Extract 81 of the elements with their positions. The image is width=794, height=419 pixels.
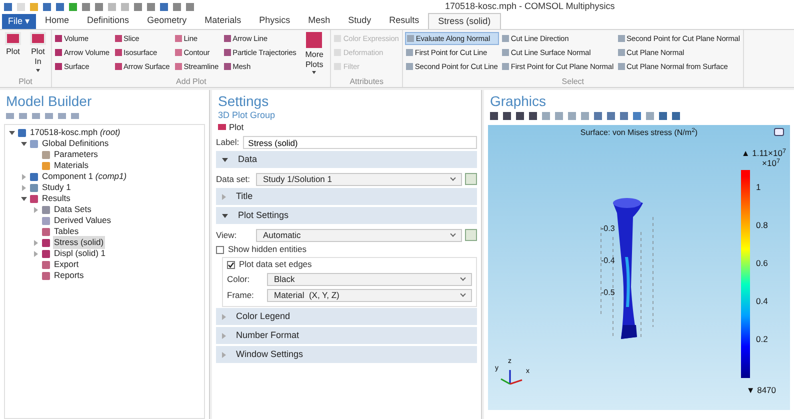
group-label: Plot: [18, 77, 34, 87]
chevron-icon: [450, 175, 456, 181]
field-label: View:: [216, 228, 238, 242]
collapse-arrow-icon[interactable]: [34, 206, 38, 212]
tree-item[interactable]: Study 1: [41, 181, 72, 194]
tree-item[interactable]: Materials: [53, 159, 90, 172]
axis-label: -0.4: [601, 255, 615, 267]
label-input[interactable]: Stress (solid): [243, 136, 477, 149]
tree-item[interactable]: Displ (solid) 1: [53, 247, 106, 260]
chevron-icon: [460, 275, 466, 281]
collapse-arrow-icon[interactable]: [34, 240, 38, 246]
section-header[interactable]: Color Legend: [216, 308, 477, 325]
chevron-icon: [450, 231, 456, 237]
panel-title: Model Builder: [5, 92, 93, 110]
group-label: Add Plot: [175, 77, 208, 87]
collapse-arrow-icon[interactable]: [34, 250, 38, 256]
ribbon-tab[interactable]: Materials: [196, 13, 250, 29]
checkbox[interactable]: [216, 246, 224, 254]
more-plots-button[interactable]: More Plots: [300, 32, 328, 74]
tree-item[interactable]: Data Sets: [53, 203, 92, 216]
collapse-arrow-icon[interactable]: [22, 184, 26, 190]
ribbon-tab[interactable]: Definitions: [78, 13, 138, 29]
field-label: Frame:: [227, 288, 255, 302]
group-label: Attributes: [348, 77, 384, 87]
tree-item[interactable]: Global Definitions: [41, 137, 110, 150]
dropdown[interactable]: Black: [267, 272, 472, 286]
tree-item[interactable]: Tables: [53, 225, 80, 238]
ribbon-tab[interactable]: Home: [36, 13, 78, 29]
section-header[interactable]: Plot Settings: [216, 207, 477, 224]
legend-min: ▼ 8470: [746, 384, 776, 397]
axis-label: -0.3: [601, 223, 615, 235]
legend-tick: 0.4: [756, 295, 769, 308]
tree-item[interactable]: Component 1 (comp1): [41, 170, 128, 183]
file-tab[interactable]: File ▾: [2, 14, 36, 29]
tree-item[interactable]: Export: [53, 258, 80, 271]
legend-tick: 0.8: [756, 219, 769, 232]
ribbon-tab[interactable]: Geometry: [138, 13, 196, 29]
tree-item[interactable]: Results: [41, 192, 72, 205]
section-header[interactable]: Title: [216, 188, 477, 205]
reset-icon[interactable]: [465, 173, 477, 185]
window-title: 170518-kosc.mph - COMSOL Multiphysics: [445, 0, 615, 13]
plot-button[interactable]: Plot: [216, 121, 244, 133]
legend-tick: 1: [756, 181, 762, 194]
section-header[interactable]: Data: [216, 151, 477, 168]
legend-max: ▲ 1.11×10$^{7}$: [741, 147, 786, 158]
checkbox[interactable]: [227, 260, 235, 268]
field-label: Data set:: [216, 172, 252, 186]
axis-label: -0.5: [601, 287, 615, 299]
collapse-arrow-icon[interactable]: [22, 174, 26, 180]
ribbon-large-button[interactable]: Plot In: [27, 32, 49, 72]
section-header[interactable]: Number Format: [216, 327, 477, 344]
ribbon-tab[interactable]: Mesh: [299, 13, 340, 29]
ribbon-tab[interactable]: Stress (solid): [428, 13, 501, 29]
legend-factor: ×10$^{7}$: [762, 157, 780, 170]
checkbox-label: Show hidden entities: [228, 243, 306, 256]
panel-title: Graphics: [489, 92, 548, 110]
tree-item[interactable]: Stress (solid): [53, 236, 105, 249]
legend-tick: 0.2: [756, 333, 769, 346]
ribbon-tab[interactable]: Study: [339, 13, 380, 29]
tree-item[interactable]: Derived Values: [53, 214, 112, 227]
plot-title: Surface: von Mises stress (N/m$^{2}$): [579, 127, 699, 139]
field-label: Label:: [216, 136, 240, 149]
checkmark-icon: [228, 262, 234, 268]
ribbon-tab[interactable]: Results: [380, 13, 428, 29]
section-header[interactable]: Window Settings: [216, 346, 477, 363]
tree-item[interactable]: Reports: [53, 269, 85, 282]
reset-icon[interactable]: [465, 229, 477, 241]
group-label: Select: [560, 77, 586, 87]
checkbox-label: Plot data set edges: [239, 258, 312, 271]
chevron-icon: [460, 291, 466, 297]
dropdown[interactable]: Material (X, Y, Z): [267, 288, 472, 302]
dropdown[interactable]: Automatic: [256, 228, 462, 242]
legend-tick: 0.6: [756, 257, 769, 270]
tree-item[interactable]: 170518-kosc.mph (root): [29, 126, 122, 139]
panel-subtitle: 3D Plot Group: [217, 110, 276, 121]
dropdown[interactable]: Study 1/Solution 1: [256, 172, 462, 186]
panel-title: Settings: [217, 92, 270, 110]
ribbon-large-button[interactable]: Plot: [2, 32, 24, 57]
tree-item[interactable]: Parameters: [53, 148, 99, 161]
field-label: Color:: [227, 272, 251, 286]
ribbon-tab[interactable]: Physics: [250, 13, 300, 29]
